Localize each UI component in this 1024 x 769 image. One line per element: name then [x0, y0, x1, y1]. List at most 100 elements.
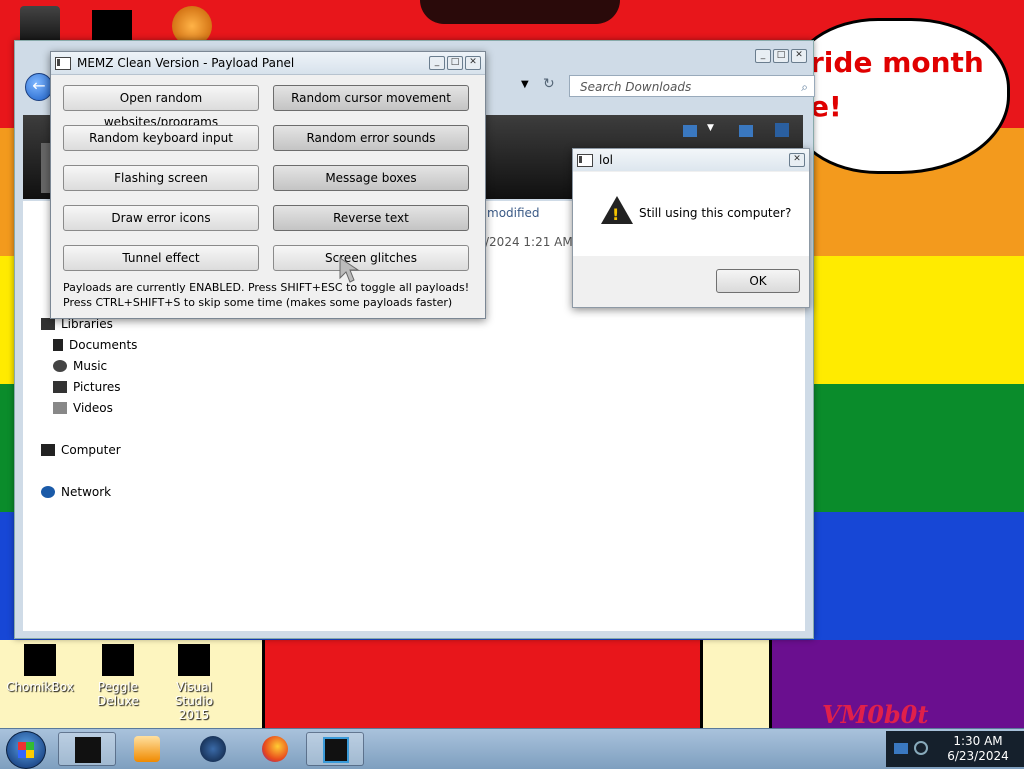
search-input[interactable]: Search Downloads ⌕ [569, 75, 815, 97]
message-box-dialog[interactable]: lol ✕ ! Still using this computer? OK [572, 148, 810, 308]
cartoon-shirt [262, 640, 768, 728]
network-icon [41, 486, 55, 498]
nav-item-documents[interactable]: Documents [53, 338, 137, 352]
view-dropdown-icon[interactable]: ▼ [707, 123, 714, 133]
payload-info-line1: Payloads are currently ENABLED. Press SH… [63, 281, 470, 294]
visual-studio-icon [178, 644, 210, 676]
payload-button-open-websites[interactable]: Open random websites/programs [63, 85, 259, 129]
nav-label: Documents [69, 338, 138, 352]
preview-pane-icon[interactable] [739, 125, 753, 137]
taskbar-button-explorer[interactable] [58, 732, 116, 766]
desktop-icon-label: Visual Studio 2015 [174, 680, 214, 722]
dialog-title: lol [599, 153, 614, 167]
desktop-icon-label: Peggle Deluxe [97, 680, 139, 708]
nav-label: Libraries [61, 317, 113, 331]
payload-button-screen-glitches[interactable]: Screen glitches [273, 245, 469, 271]
banner-text-line1: ride month [810, 46, 984, 79]
start-button[interactable] [6, 731, 46, 769]
dialog-titlebar[interactable]: lol [573, 149, 809, 171]
search-icon[interactable]: ⌕ [801, 76, 808, 98]
nav-label: Computer [61, 443, 121, 457]
cartoon-head-top [420, 0, 620, 24]
mouse-cursor-icon [339, 257, 360, 283]
taskbar-button-memz[interactable] [306, 732, 364, 766]
window-app-icon [577, 153, 593, 167]
nav-item-libraries[interactable]: Libraries [41, 317, 113, 331]
payload-button-error-icons[interactable]: Draw error icons [63, 205, 259, 231]
payload-panel-window[interactable]: MEMZ Clean Version - Payload Panel _ □ ✕… [50, 51, 486, 319]
music-icon [53, 360, 67, 372]
payload-panel-titlebar[interactable]: MEMZ Clean Version - Payload Panel [51, 52, 485, 75]
nav-label: Music [73, 359, 108, 373]
dialog-message: Still using this computer? [639, 206, 792, 220]
peggle-icon [102, 644, 134, 676]
taskbar-button-browser[interactable] [184, 732, 242, 766]
ok-button[interactable]: OK [716, 269, 800, 293]
back-button[interactable]: ← [25, 73, 53, 101]
close-button[interactable]: ✕ [465, 56, 481, 70]
libraries-icon [41, 318, 55, 330]
maximize-button[interactable]: □ [773, 49, 789, 63]
desktop-icon-label: ChomikBox [6, 680, 74, 694]
close-button[interactable]: ✕ [789, 153, 805, 167]
help-icon[interactable] [775, 123, 789, 137]
nav-label: Videos [73, 401, 113, 415]
nav-item-computer[interactable]: Computer [41, 443, 121, 457]
nav-item-videos[interactable]: Videos [53, 401, 113, 415]
desktop-icon-visual-studio[interactable]: Visual Studio 2015 [154, 644, 234, 722]
address-dropdown-icon[interactable]: ▼ [521, 79, 529, 90]
window-title: MEMZ Clean Version - Payload Panel [77, 56, 295, 70]
payload-button-keyboard-input[interactable]: Random keyboard input [63, 125, 259, 151]
minimize-button[interactable]: _ [429, 56, 445, 70]
minimize-button[interactable]: _ [755, 49, 771, 63]
firefox-icon [262, 736, 288, 762]
payload-button-error-sounds[interactable]: Random error sounds [273, 125, 469, 151]
payload-button-flashing-screen[interactable]: Flashing screen [63, 165, 259, 191]
memz-icon [323, 737, 349, 763]
explorer-icon [75, 737, 101, 763]
close-button[interactable]: ✕ [791, 49, 807, 63]
window-app-icon [55, 56, 71, 70]
videos-icon [53, 402, 67, 414]
view-icon[interactable] [683, 125, 697, 137]
media-player-icon [134, 736, 160, 762]
clock-time: 1:30 AM [953, 734, 1003, 748]
watermark-text: VM0b0t [822, 700, 929, 729]
payload-info-line2: Press CTRL+SHIFT+S to skip some time (ma… [63, 296, 453, 309]
taskbar-clock[interactable]: 1:30 AM 6/23/2024 [938, 734, 1018, 764]
pictures-icon [53, 381, 67, 393]
refresh-icon[interactable]: ↻ [543, 76, 555, 92]
globe-icon [200, 736, 226, 762]
dialog-body: ! Still using this computer? [573, 172, 809, 256]
nav-item-network[interactable]: Network [41, 485, 111, 499]
maximize-button[interactable]: □ [447, 56, 463, 70]
clock-date: 6/23/2024 [947, 749, 1009, 763]
warning-exclamation: ! [612, 205, 620, 224]
payload-button-message-boxes[interactable]: Message boxes [273, 165, 469, 191]
search-placeholder: Search Downloads [580, 80, 692, 94]
volume-tray-icon[interactable] [914, 741, 928, 755]
explorer-window-controls: _ □ ✕ [755, 49, 807, 63]
payload-panel-controls: _ □ ✕ [429, 56, 481, 70]
nav-item-pictures[interactable]: Pictures [53, 380, 121, 394]
computer-icon [41, 444, 55, 456]
payload-info-text: Payloads are currently ENABLED. Press SH… [63, 280, 469, 310]
nav-label: Pictures [73, 380, 121, 394]
payload-button-reverse-text[interactable]: Reverse text [273, 205, 469, 231]
desktop-icon-chomikbox[interactable]: ChomikBox [0, 644, 80, 694]
payload-button-tunnel-effect[interactable]: Tunnel effect [63, 245, 259, 271]
taskbar: 1:30 AM 6/23/2024 [0, 728, 1024, 769]
nav-label: Network [61, 485, 112, 499]
payload-button-cursor-movement[interactable]: Random cursor movement [273, 85, 469, 111]
cartoon-skin-right [700, 640, 772, 728]
network-tray-icon[interactable] [894, 743, 908, 754]
system-tray: 1:30 AM 6/23/2024 [886, 731, 1024, 767]
nav-item-music[interactable]: Music [53, 359, 107, 373]
column-header-modified[interactable]: modified [487, 206, 540, 220]
documents-icon [53, 339, 63, 351]
taskbar-button-media-player[interactable] [118, 732, 176, 766]
desktop-icon-peggle[interactable]: Peggle Deluxe [78, 644, 158, 708]
windows-logo-icon [18, 742, 34, 758]
chomikbox-icon [24, 644, 56, 676]
taskbar-button-firefox[interactable] [246, 732, 304, 766]
